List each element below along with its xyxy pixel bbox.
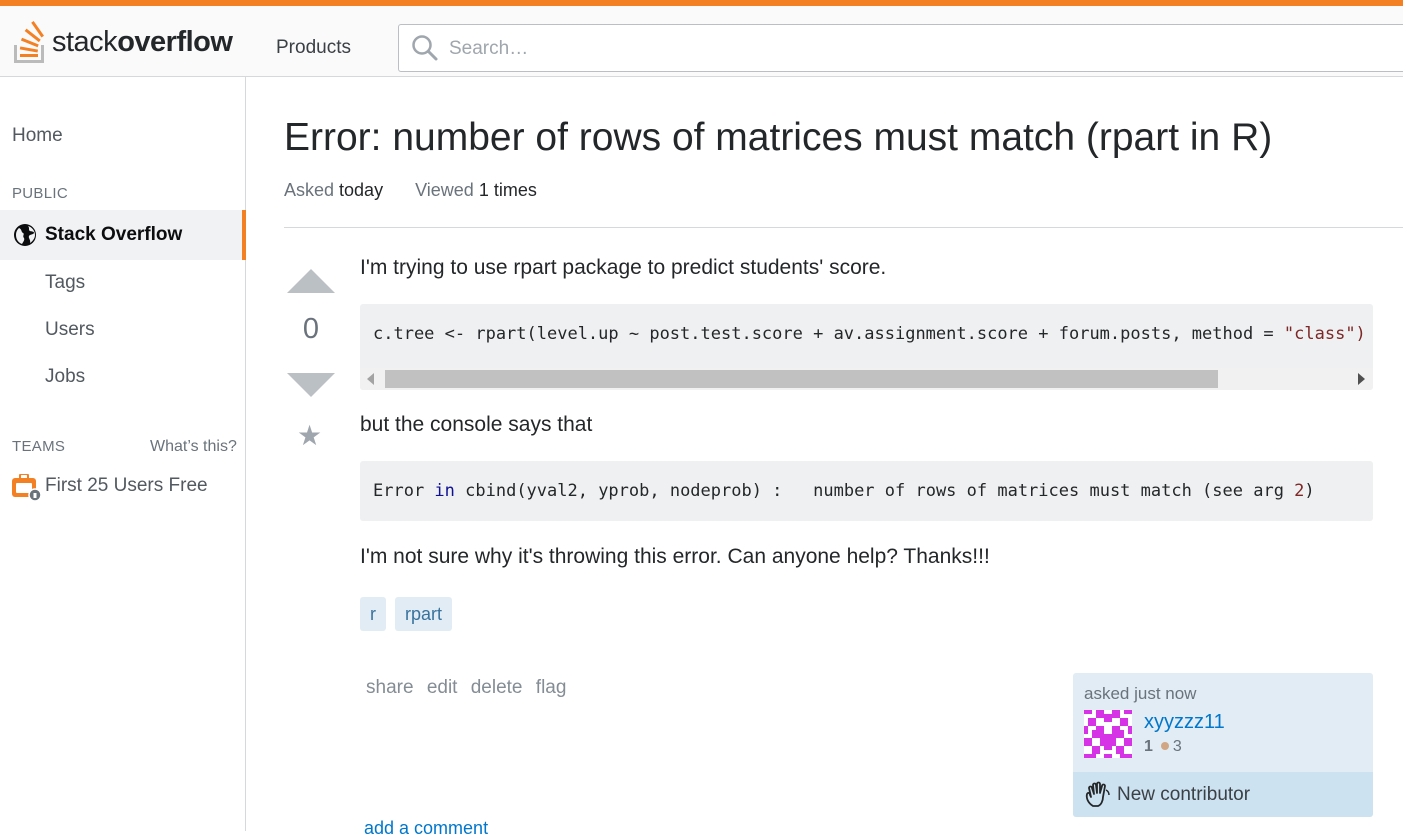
top-bar: stackoverflow Products: [0, 0, 1403, 77]
horizontal-scrollbar[interactable]: [360, 368, 1373, 390]
delete-link[interactable]: delete: [471, 677, 523, 698]
whats-this-link[interactable]: What’s this?: [150, 438, 237, 456]
tag-r[interactable]: r: [360, 597, 386, 631]
code-line-2: Error in cbind(yval2, yprob, nodeprob) :…: [373, 481, 1315, 501]
question-title[interactable]: Error: number of rows of matrices must m…: [284, 116, 1272, 160]
scroll-right-arrow-icon[interactable]: [1358, 373, 1365, 385]
code-number: 2: [1294, 481, 1305, 501]
search-input[interactable]: [447, 33, 1351, 65]
code-keyword: in: [434, 481, 455, 501]
code-block-1: c.tree <- rpart(level.up ~ post.test.sco…: [360, 304, 1373, 390]
stack-logo-icon: [14, 21, 44, 63]
post-paragraph-2: but the console says that: [360, 413, 593, 436]
upvote-arrow-icon[interactable]: [287, 268, 335, 294]
briefcase-icon: [12, 474, 42, 502]
sidebar-item-label: Stack Overflow: [45, 224, 183, 245]
post-paragraph-1: I'm trying to use rpart package to predi…: [360, 256, 887, 279]
viewed-value: 1 times: [478, 180, 537, 200]
logo-word-light: stack: [52, 25, 118, 58]
new-contributor-banner[interactable]: New contributor: [1073, 772, 1373, 817]
owner-card: asked just now xyyzzz11 13 New contribut…: [1073, 673, 1373, 817]
asked-value: today: [339, 180, 384, 200]
scrollbar-thumb[interactable]: [385, 370, 1218, 388]
reputation-score: 1: [1144, 738, 1153, 755]
asked-time: asked just now: [1084, 684, 1197, 703]
scroll-left-arrow-icon[interactable]: [367, 373, 374, 385]
avatar[interactable]: [1084, 710, 1132, 758]
sidebar-item-users[interactable]: Users: [45, 319, 95, 341]
favorite-star-icon[interactable]: ★: [297, 419, 322, 452]
code-text: ): [1304, 481, 1315, 501]
downvote-arrow-icon[interactable]: [287, 372, 335, 398]
sidebar-item-jobs[interactable]: Jobs: [45, 366, 85, 388]
sidebar-item-label: First 25 Users Free: [45, 475, 208, 496]
viewed-label: Viewed: [415, 180, 474, 200]
waving-hand-icon: [1085, 781, 1110, 807]
logo-wordmark: stackoverflow: [52, 25, 233, 59]
search-box[interactable]: [398, 24, 1403, 72]
sidebar-heading-teams: TEAMS: [12, 438, 66, 455]
code-string: "class"): [1283, 324, 1366, 344]
code-text: c.tree <- rpart(level.up ~ post.test.sco…: [373, 324, 1284, 344]
header-divider: [284, 227, 1403, 228]
post-menu: share edit delete flag: [366, 677, 574, 699]
asked-label: Asked: [284, 180, 335, 200]
products-menu[interactable]: Products: [276, 37, 351, 59]
code-text: cbind(yval2, yprob, nodeprob) : number o…: [454, 481, 1295, 501]
sidebar-item-stack-overflow[interactable]: Stack Overflow: [0, 210, 246, 260]
search-icon: [412, 35, 438, 61]
user-reputation: 13: [1144, 738, 1182, 756]
code-block-2: Error in cbind(yval2, yprob, nodeprob) :…: [360, 461, 1373, 521]
flag-link[interactable]: flag: [536, 677, 567, 698]
bronze-badge-icon: [1160, 742, 1169, 750]
bronze-badge-count: 3: [1172, 738, 1182, 755]
post-paragraph-3: I'm not sure why it's throwing this erro…: [360, 545, 990, 568]
left-sidebar: Home PUBLIC Stack Overflow Tags Users Jo…: [0, 77, 246, 831]
sidebar-item-tags[interactable]: Tags: [45, 272, 85, 294]
code-text: Error: [373, 481, 435, 501]
tag-rpart[interactable]: rpart: [395, 597, 453, 631]
share-link[interactable]: share: [366, 677, 414, 698]
stackoverflow-logo[interactable]: stackoverflow: [12, 16, 233, 68]
new-contributor-label: New contributor: [1117, 784, 1251, 805]
sidebar-heading-public: PUBLIC: [12, 185, 68, 202]
globe-icon: [14, 224, 36, 246]
sidebar-item-home[interactable]: Home: [12, 125, 63, 147]
username-link[interactable]: xyyzzz11: [1144, 711, 1225, 734]
add-comment-link[interactable]: add a comment: [364, 818, 488, 839]
code-line-1: c.tree <- rpart(level.up ~ post.test.sco…: [373, 324, 1366, 344]
logo-word-bold: overflow: [117, 25, 233, 58]
edit-link[interactable]: edit: [427, 677, 458, 698]
question-meta: Asked today Viewed 1 times: [284, 180, 537, 201]
vote-count: 0: [302, 313, 320, 345]
